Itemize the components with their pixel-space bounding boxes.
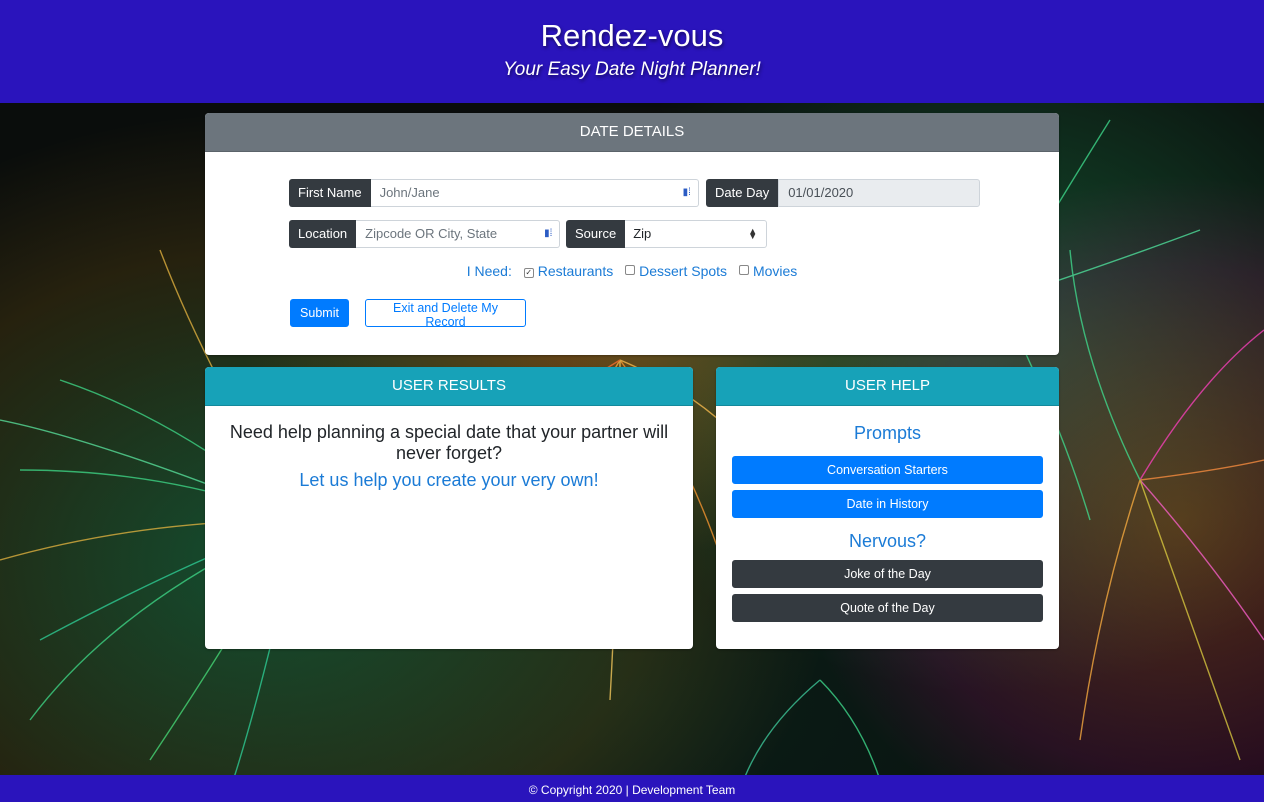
option-label: Restaurants: [537, 263, 614, 279]
quote-of-the-day-button[interactable]: Quote of the Day: [732, 594, 1043, 622]
user-help-card: USER HELP Prompts Conversation Starters …: [716, 367, 1059, 649]
first-name-label: First Name: [289, 179, 371, 207]
site-title: Rendez-vous: [540, 18, 724, 53]
user-results-heading: USER RESULTS: [205, 367, 693, 406]
source-group: Source Zip ▲ ▼: [566, 220, 768, 248]
date-day-label: Date Day: [706, 179, 779, 207]
select-arrows-icon: ▲ ▼: [748, 226, 758, 241]
user-results-body: Need help planning a special date that y…: [205, 406, 693, 491]
date-details-card: DATE DETAILS First Name ▮⁞ Date Day 01/0…: [205, 113, 1059, 355]
option-restaurants[interactable]: ✓ Restaurants: [523, 263, 614, 279]
nervous-title: Nervous?: [848, 531, 927, 551]
need-label: I Need:: [466, 263, 512, 279]
user-help-heading: USER HELP: [716, 367, 1059, 406]
date-day-input[interactable]: 01/01/2020: [778, 179, 981, 207]
joke-of-the-day-button[interactable]: Joke of the Day: [732, 560, 1043, 588]
user-results-card: USER RESULTS Need help planning a specia…: [205, 367, 693, 649]
location-label: Location: [289, 220, 357, 248]
option-dessert-spots[interactable]: Dessert Spots: [625, 263, 727, 279]
option-label: Movies: [752, 263, 798, 279]
submit-button[interactable]: Submit: [290, 299, 349, 327]
site-subtitle: Your Easy Date Night Planner!: [503, 59, 761, 80]
source-selected-value: Zip: [633, 226, 652, 241]
first-name-input[interactable]: [370, 179, 699, 207]
dessert-spots-checkbox[interactable]: [625, 265, 636, 275]
password-manager-icon[interactable]: ▮⁞: [544, 228, 554, 240]
option-label: Dessert Spots: [639, 263, 728, 279]
movies-checkbox[interactable]: [738, 265, 749, 275]
site-header: Rendez-vous Your Easy Date Night Planner…: [0, 0, 1264, 103]
date-in-history-button[interactable]: Date in History: [732, 490, 1043, 518]
site-footer: © Copyright 2020 | Development Team: [0, 775, 1264, 802]
date-details-heading: DATE DETAILS: [205, 113, 1059, 152]
prompts-title: Prompts: [853, 423, 922, 443]
location-group: Location ▮⁞: [289, 220, 561, 248]
conversation-starters-button[interactable]: Conversation Starters: [732, 456, 1043, 484]
location-input[interactable]: [356, 220, 561, 248]
exit-delete-record-button[interactable]: Exit and Delete My Record: [365, 299, 526, 329]
need-options: I Need: ✓ Restaurants Dessert Spots Movie…: [205, 263, 1059, 279]
results-lead-text: Need help planning a special date that y…: [229, 422, 669, 463]
results-cta-text: Let us help you create your very own!: [299, 470, 599, 490]
date-day-group: Date Day 01/01/2020: [706, 179, 981, 207]
password-manager-icon[interactable]: ▮⁞: [683, 187, 693, 199]
copyright-text: © Copyright 2020 | Development Team: [528, 783, 736, 797]
restaurants-checkbox[interactable]: ✓: [523, 268, 534, 278]
source-select[interactable]: Zip ▲ ▼: [625, 220, 768, 248]
source-label: Source: [566, 220, 626, 248]
option-movies[interactable]: Movies: [738, 263, 798, 279]
first-name-group: First Name ▮⁞: [289, 179, 699, 207]
